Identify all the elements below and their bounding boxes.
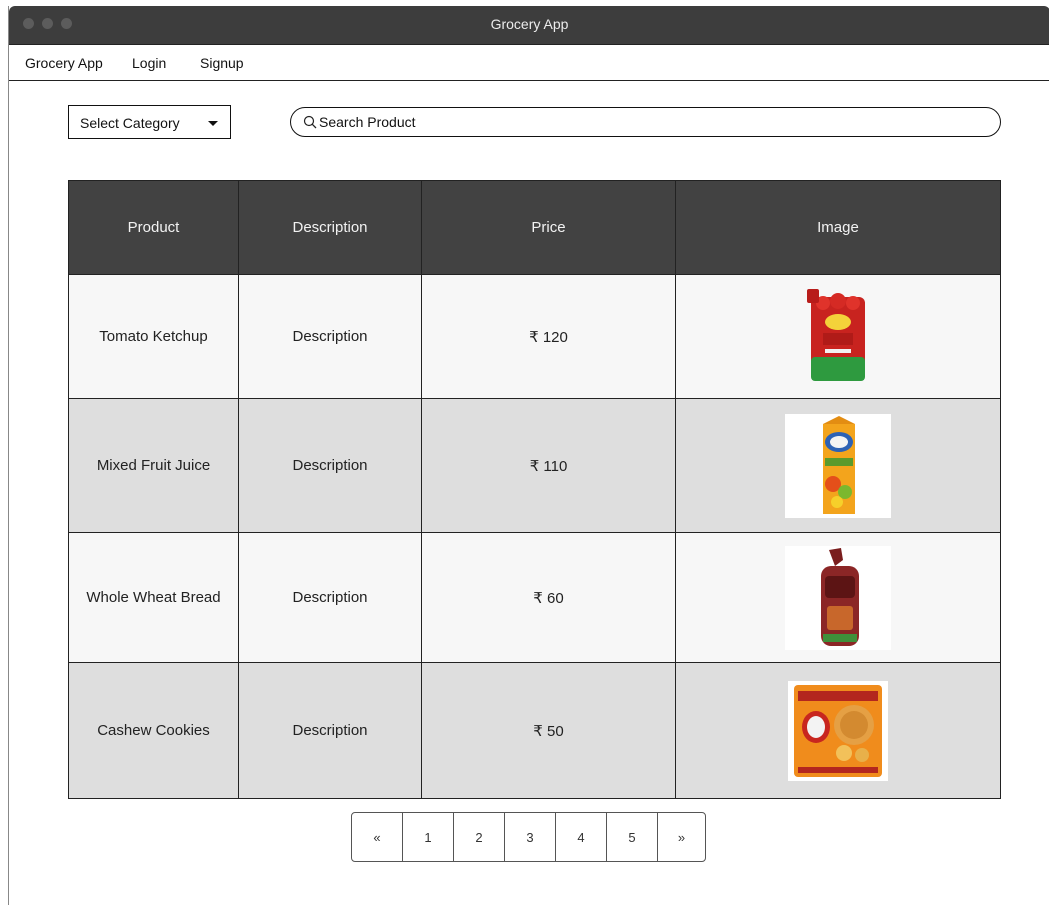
- category-select[interactable]: Select Category: [68, 105, 231, 139]
- product-price: ₹ 60: [421, 532, 676, 663]
- product-price: ₹ 110: [421, 398, 676, 533]
- product-image-cell: [675, 274, 1001, 399]
- page-button-1[interactable]: 1: [403, 813, 454, 861]
- page-button-3[interactable]: 3: [505, 813, 556, 861]
- product-price: ₹ 120: [421, 274, 676, 399]
- next-page-button[interactable]: »: [658, 813, 705, 861]
- product-name: Cashew Cookies: [68, 662, 239, 799]
- table-row[interactable]: Mixed Fruit Juice Description ₹ 110: [68, 398, 1001, 533]
- page-button-5[interactable]: 5: [607, 813, 658, 861]
- category-select-label: Select Category: [80, 115, 180, 131]
- page-button-2[interactable]: 2: [454, 813, 505, 861]
- header-description[interactable]: Description: [238, 180, 422, 275]
- app-window: Grocery App Grocery App Login Signup Sel…: [8, 6, 1049, 905]
- ketchup-pouch-image: [803, 286, 873, 387]
- pagination: « 1 2 3 4 5 »: [351, 812, 706, 862]
- menu-bar: Grocery App Login Signup: [9, 44, 1049, 81]
- page-button-4[interactable]: 4: [556, 813, 607, 861]
- product-image-cell: [675, 398, 1001, 533]
- prev-page-button[interactable]: «: [352, 813, 403, 861]
- header-image[interactable]: Image: [675, 180, 1001, 275]
- product-description: Description: [238, 532, 422, 663]
- menu-item-home[interactable]: Grocery App: [25, 55, 103, 71]
- table-header-row: Product Description Price Image: [68, 180, 1001, 275]
- product-image-frame: [788, 680, 888, 781]
- product-image-cell: [675, 662, 1001, 799]
- window-title: Grocery App: [490, 16, 569, 32]
- juice-carton-image: [823, 415, 855, 514]
- product-name: Whole Wheat Bread: [68, 532, 239, 663]
- product-description: Description: [238, 662, 422, 799]
- cookie-pack-image: [794, 684, 882, 777]
- bread-loaf-image: [821, 547, 859, 646]
- product-description: Description: [238, 398, 422, 533]
- product-price: ₹ 50: [421, 662, 676, 799]
- table-row[interactable]: Tomato Ketchup Description ₹ 120: [68, 274, 1001, 399]
- search-box[interactable]: [290, 107, 1001, 137]
- menu-item-login[interactable]: Login: [132, 55, 166, 71]
- chevron-down-icon: [208, 121, 218, 126]
- menu-item-signup[interactable]: Signup: [200, 55, 244, 71]
- search-input[interactable]: [319, 113, 919, 131]
- products-table: Product Description Price Image Tomato K…: [68, 180, 1001, 799]
- title-bar: Grocery App: [9, 6, 1049, 44]
- header-price[interactable]: Price: [421, 180, 676, 275]
- header-product[interactable]: Product: [68, 180, 239, 275]
- product-description: Description: [238, 274, 422, 399]
- table-row[interactable]: Whole Wheat Bread Description ₹ 60: [68, 532, 1001, 663]
- product-image-frame: [785, 413, 891, 518]
- product-image-frame: [785, 545, 891, 650]
- product-image-cell: [675, 532, 1001, 663]
- product-name: Mixed Fruit Juice: [68, 398, 239, 533]
- product-name: Tomato Ketchup: [68, 274, 239, 399]
- table-row[interactable]: Cashew Cookies Description ₹ 50: [68, 662, 1001, 799]
- search-icon: [303, 115, 317, 129]
